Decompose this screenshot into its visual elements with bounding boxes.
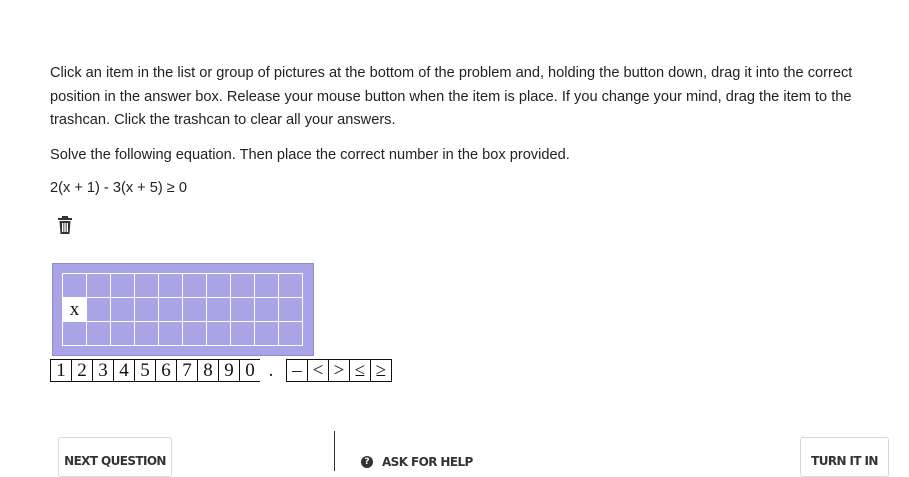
instructions-text: Click an item in the list or group of pi…: [50, 65, 853, 128]
tile[interactable]: 8: [197, 359, 219, 382]
answer-cell[interactable]: [183, 298, 207, 322]
answer-cell[interactable]: [111, 298, 135, 322]
tile[interactable]: ≤: [349, 359, 371, 382]
answer-cell[interactable]: [207, 274, 231, 298]
answer-cell[interactable]: [255, 274, 279, 298]
answer-cell[interactable]: [279, 274, 303, 298]
tile[interactable]: 6: [155, 359, 177, 382]
tile[interactable]: 3: [92, 359, 114, 382]
ask-for-help-label: ASK FOR HELP: [382, 455, 473, 469]
answer-cell[interactable]: [87, 274, 111, 298]
tile[interactable]: 4: [113, 359, 135, 382]
tile[interactable]: <: [307, 359, 329, 382]
answer-cell[interactable]: [279, 322, 303, 346]
answer-cell[interactable]: [183, 322, 207, 346]
answer-cell[interactable]: [135, 274, 159, 298]
turn-it-in-button[interactable]: TURN IT IN: [800, 437, 889, 477]
next-question-button[interactable]: NEXT QUESTION: [58, 437, 172, 477]
answer-cell[interactable]: [159, 298, 183, 322]
footer-divider: [334, 431, 335, 471]
answer-cell[interactable]: [231, 274, 255, 298]
tile[interactable]: 1: [50, 359, 72, 382]
answer-cell[interactable]: [135, 298, 159, 322]
answer-cell[interactable]: [279, 298, 303, 322]
answer-grid[interactable]: x: [62, 273, 303, 346]
answer-cell[interactable]: [207, 298, 231, 322]
answer-tiles: 1 2 3 4 5 6 7 8 9 0. – < > ≤ ≥: [50, 359, 392, 382]
ask-for-help-link[interactable]: ? ASK FOR HELP: [361, 455, 473, 469]
answer-cell[interactable]: [87, 298, 111, 322]
answer-cell[interactable]: [207, 322, 231, 346]
tile[interactable]: –: [286, 359, 308, 382]
equation-text: 2(x + 1) - 3(x + 5) ≥ 0: [50, 180, 187, 196]
question-circle-icon: ?: [361, 456, 373, 468]
answer-cell[interactable]: [63, 322, 87, 346]
answer-cell[interactable]: [183, 274, 207, 298]
question-prompt: Solve the following equation. Then place…: [50, 147, 570, 163]
next-question-label: NEXT QUESTION: [64, 454, 166, 468]
trash-icon[interactable]: [56, 215, 74, 235]
answer-cell[interactable]: [159, 274, 183, 298]
tile[interactable]: 9: [218, 359, 240, 382]
tile[interactable]: 0: [239, 359, 261, 382]
tile[interactable]: 5: [134, 359, 156, 382]
answer-cell[interactable]: [87, 322, 111, 346]
tile[interactable]: .: [260, 359, 282, 382]
answer-cell[interactable]: [231, 298, 255, 322]
answer-cell[interactable]: [111, 274, 135, 298]
tile[interactable]: ≥: [370, 359, 392, 382]
answer-cell[interactable]: [135, 322, 159, 346]
answer-cell[interactable]: [159, 322, 183, 346]
tile[interactable]: >: [328, 359, 350, 382]
answer-cell[interactable]: [255, 298, 279, 322]
answer-cell[interactable]: [255, 322, 279, 346]
tile[interactable]: 2: [71, 359, 93, 382]
answer-cell[interactable]: [111, 322, 135, 346]
answer-cell-filled[interactable]: x: [63, 298, 87, 322]
tile[interactable]: 7: [176, 359, 198, 382]
answer-cell[interactable]: [231, 322, 255, 346]
answer-box[interactable]: x: [52, 263, 314, 356]
turn-it-in-label: TURN IT IN: [811, 454, 878, 468]
answer-cell[interactable]: [63, 274, 87, 298]
